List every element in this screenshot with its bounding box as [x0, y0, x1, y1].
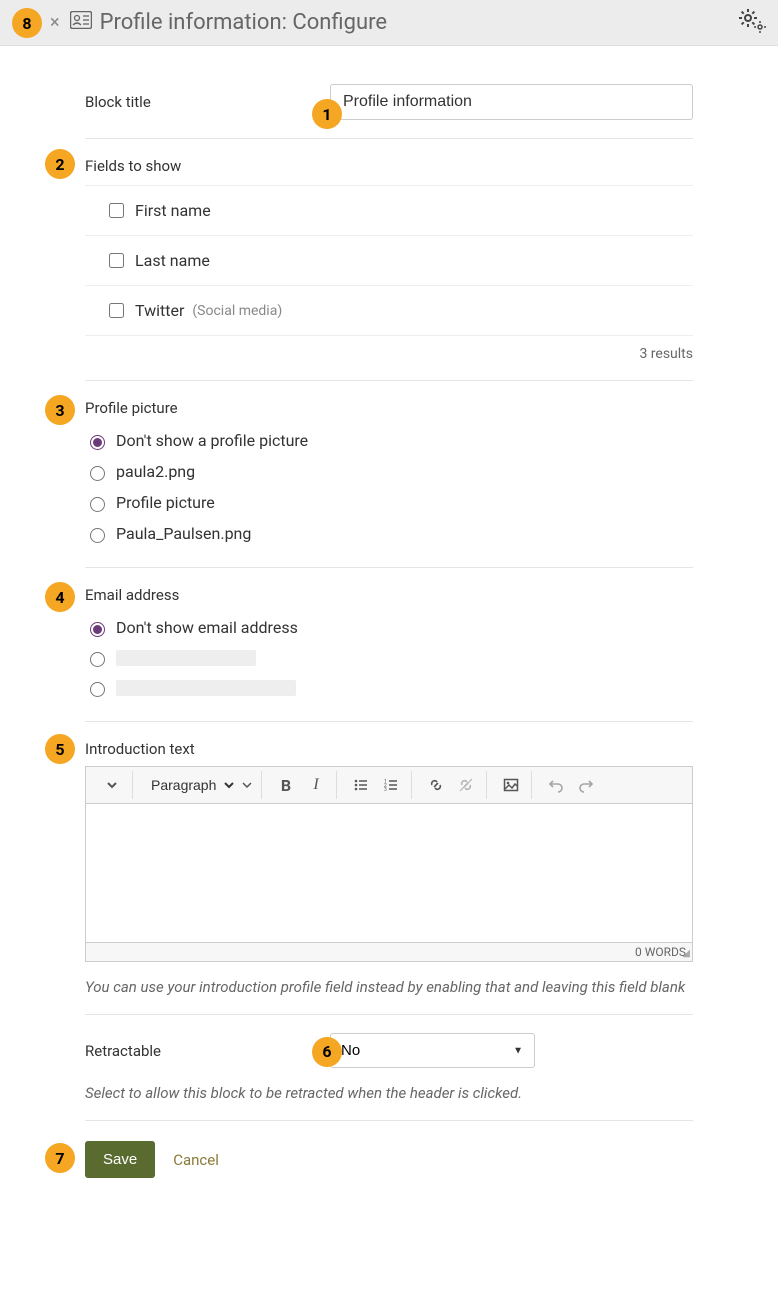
bold-icon[interactable]: B	[272, 771, 300, 799]
radio-label: Don't show email address	[116, 618, 298, 637]
field-label: Last name	[135, 251, 210, 270]
editor-footer: 0 WORDS ◢	[85, 943, 693, 962]
save-button[interactable]: Save	[85, 1141, 155, 1178]
checkbox-last-name[interactable]	[109, 253, 124, 268]
dialog-actions: 7 Save Cancel	[85, 1141, 693, 1178]
section-fields-to-show: 2 Fields to show First name Last name Tw…	[85, 139, 693, 381]
close-icon[interactable]: ×	[50, 12, 60, 33]
section-block-title: Block title 1	[85, 66, 693, 139]
redacted-email-2	[116, 680, 296, 696]
email-address-label: Email address	[85, 586, 693, 604]
dialog-title: Profile information: Configure	[70, 10, 387, 35]
marker-1: 1	[312, 99, 342, 129]
marker-2: 2	[45, 149, 75, 179]
retractable-help-text: Select to allow this block to be retract…	[85, 1084, 693, 1102]
chevron-down-icon[interactable]	[239, 771, 255, 799]
checkbox-twitter[interactable]	[109, 303, 124, 318]
dialog-header: 8 × Profile information: Configure	[0, 0, 778, 46]
radio-no-email[interactable]	[90, 622, 105, 637]
editor-textarea[interactable]	[85, 803, 693, 943]
block-title-label: Block title	[85, 93, 330, 111]
field-row-last-name[interactable]: Last name	[85, 236, 693, 286]
profile-picture-label: Profile picture	[85, 399, 693, 417]
field-label: Twitter	[135, 301, 184, 320]
radio-no-picture[interactable]	[90, 435, 105, 450]
radio-email-2[interactable]	[90, 682, 105, 697]
radio-row-profile-picture[interactable]: Profile picture	[85, 487, 693, 518]
marker-5: 5	[45, 734, 75, 764]
marker-7: 7	[45, 1143, 75, 1173]
word-count: 0 WORDS	[635, 945, 686, 959]
radio-label: Don't show a profile picture	[116, 431, 308, 450]
radio-row-email-2[interactable]	[85, 673, 693, 703]
radio-paula-paulsen[interactable]	[90, 528, 105, 543]
introduction-label: Introduction text	[85, 740, 693, 758]
cancel-button[interactable]: Cancel	[173, 1151, 219, 1169]
dialog-body: Block title 1 2 Fields to show First nam…	[0, 46, 778, 1238]
profile-card-icon	[70, 10, 92, 35]
radio-email-1[interactable]	[90, 652, 105, 667]
radio-row-no-picture[interactable]: Don't show a profile picture	[85, 425, 693, 456]
resize-handle-icon[interactable]: ◢	[682, 948, 690, 959]
radio-row-no-email[interactable]: Don't show email address	[85, 612, 693, 643]
settings-gears-icon[interactable]	[738, 8, 766, 38]
dialog-title-text: Profile information: Configure	[100, 10, 387, 35]
editor-toolbar: Paragraph B I 123	[85, 766, 693, 803]
marker-8: 8	[12, 8, 42, 38]
undo-icon[interactable]	[542, 771, 570, 799]
fields-list: First name Last name Twitter (Social med…	[85, 185, 693, 336]
field-note: (Social media)	[192, 303, 282, 319]
numbered-list-icon[interactable]: 123	[377, 771, 405, 799]
checkbox-first-name[interactable]	[109, 203, 124, 218]
more-tools-icon[interactable]	[98, 771, 126, 799]
radio-row-paula-paulsen[interactable]: Paula_Paulsen.png	[85, 518, 693, 549]
section-introduction-text: 5 Introduction text Paragraph B I	[85, 722, 693, 1015]
section-retractable: Retractable 6 No Select to allow this bl…	[85, 1015, 693, 1121]
radio-row-paula2[interactable]: paula2.png	[85, 456, 693, 487]
paragraph-select[interactable]: Paragraph	[143, 772, 237, 798]
radio-profile-picture[interactable]	[90, 497, 105, 512]
fields-to-show-label: Fields to show	[85, 157, 693, 175]
radio-label: Profile picture	[116, 493, 215, 512]
retractable-label: Retractable	[85, 1042, 330, 1060]
redo-icon[interactable]	[572, 771, 600, 799]
radio-label: paula2.png	[116, 462, 195, 481]
radio-paula2[interactable]	[90, 466, 105, 481]
block-title-input[interactable]	[330, 84, 693, 120]
redacted-email-1	[116, 650, 256, 666]
unlink-icon[interactable]	[452, 771, 480, 799]
marker-4: 4	[45, 582, 75, 612]
section-profile-picture: 3 Profile picture Don't show a profile p…	[85, 381, 693, 568]
field-row-first-name[interactable]: First name	[85, 186, 693, 236]
field-row-twitter[interactable]: Twitter (Social media)	[85, 286, 693, 336]
svg-text:3: 3	[384, 787, 387, 793]
bullet-list-icon[interactable]	[347, 771, 375, 799]
results-count: 3 results	[85, 346, 693, 362]
introduction-help-text: You can use your introduction profile fi…	[85, 978, 693, 996]
radio-row-email-1[interactable]	[85, 643, 693, 673]
italic-icon[interactable]: I	[302, 771, 330, 799]
link-icon[interactable]	[422, 771, 450, 799]
marker-3: 3	[45, 395, 75, 425]
marker-6: 6	[312, 1037, 342, 1067]
image-icon[interactable]	[497, 771, 525, 799]
profile-picture-radio-group: Don't show a profile picture paula2.png …	[85, 425, 693, 549]
section-email-address: 4 Email address Don't show email address	[85, 568, 693, 722]
email-radio-group: Don't show email address	[85, 612, 693, 703]
retractable-select[interactable]: No	[330, 1033, 535, 1068]
radio-label: Paula_Paulsen.png	[116, 524, 251, 543]
field-label: First name	[135, 201, 211, 220]
